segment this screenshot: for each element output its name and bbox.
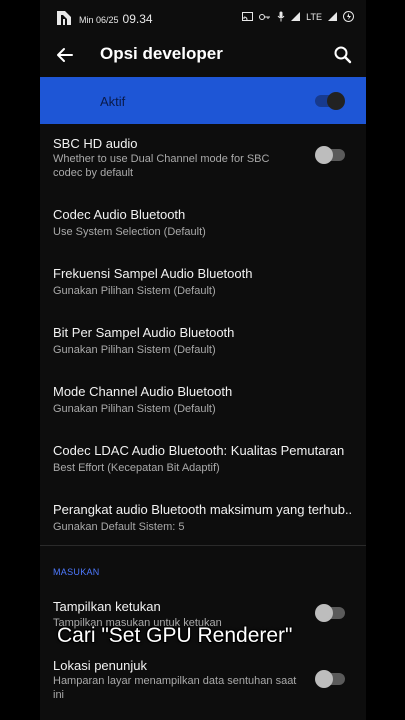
item-title: SBC HD audio bbox=[53, 136, 138, 151]
list-item-sbc-hd-audio[interactable]: SBC HD audio Whether to use Dual Channel… bbox=[40, 136, 366, 184]
item-subtitle: Gunakan Pilihan Sistem (Default) bbox=[53, 403, 216, 415]
item-title: Frekuensi Sampel Audio Bluetooth bbox=[53, 266, 253, 281]
item-subtitle: Gunakan Pilihan Sistem (Default) bbox=[53, 344, 216, 356]
item-subtitle: Gunakan Default Sistem: 5 bbox=[53, 521, 185, 533]
search-icon[interactable] bbox=[330, 42, 356, 68]
toggle-knob bbox=[315, 146, 333, 164]
app-bar: Opsi developer bbox=[40, 36, 366, 74]
item-subtitle: Gunakan Pilihan Sistem (Default) bbox=[53, 285, 216, 297]
status-time: 09.34 bbox=[122, 12, 153, 26]
list-item-sample-rate[interactable]: Frekuensi Sampel Audio Bluetooth Gunakan… bbox=[40, 266, 366, 302]
item-title: Tampilkan ketukan bbox=[53, 599, 161, 614]
sbc-hd-audio-toggle[interactable] bbox=[315, 146, 345, 164]
phone-screen: Min 06/2509.34 LTE Opsi developer Aktif bbox=[40, 0, 366, 720]
list-item-channel-mode[interactable]: Mode Channel Audio Bluetooth Gunakan Pil… bbox=[40, 384, 366, 420]
list-item-codec-audio-bluetooth[interactable]: Codec Audio Bluetooth Use System Selecti… bbox=[40, 207, 366, 243]
master-switch-label: Aktif bbox=[100, 94, 126, 109]
signal-icon-2 bbox=[328, 12, 337, 21]
overlay-caption: Cari "Set GPU Renderer" bbox=[57, 624, 293, 647]
toggle-knob bbox=[327, 92, 345, 110]
section-header-input: MASUKAN bbox=[53, 567, 100, 577]
status-icons: LTE bbox=[242, 11, 354, 22]
microphone-icon bbox=[277, 11, 285, 22]
item-title: Codec LDAC Audio Bluetooth: Kualitas Pem… bbox=[53, 443, 345, 458]
key-icon bbox=[259, 13, 271, 20]
item-subtitle: Best Effort (Kecepatan Bit Adaptif) bbox=[53, 462, 220, 474]
cast-icon bbox=[242, 12, 254, 21]
toggle-knob bbox=[315, 670, 333, 688]
item-title: Mode Channel Audio Bluetooth bbox=[53, 384, 233, 399]
pointer-location-toggle[interactable] bbox=[315, 670, 345, 688]
network-type-label: LTE bbox=[306, 11, 322, 22]
item-subtitle: Whether to use Dual Channel mode for SBC… bbox=[53, 153, 270, 179]
list-item-pointer-location[interactable]: Lokasi penunjuk Hamparan layar menampilk… bbox=[40, 658, 366, 706]
battery-icon bbox=[343, 11, 354, 22]
signal-icon bbox=[291, 12, 301, 21]
status-datetime: Min 06/25 09.34 bbox=[79, 12, 153, 26]
toggle-knob bbox=[315, 604, 333, 622]
page-title: Opsi developer bbox=[100, 44, 223, 63]
status-date: Min 06/25 bbox=[79, 15, 119, 25]
app-logo-icon bbox=[57, 11, 71, 25]
item-title: Bit Per Sampel Audio Bluetooth bbox=[53, 325, 235, 340]
item-title: Perangkat audio Bluetooth maksimum yang … bbox=[53, 502, 353, 517]
back-arrow-icon[interactable] bbox=[52, 42, 78, 68]
item-title: Codec Audio Bluetooth bbox=[53, 207, 186, 222]
item-subtitle: Use System Selection (Default) bbox=[53, 226, 206, 238]
section-divider bbox=[40, 545, 366, 546]
status-bar: Min 06/25 09.34 LTE bbox=[40, 0, 366, 36]
list-item-ldac-quality[interactable]: Codec LDAC Audio Bluetooth: Kualitas Pem… bbox=[40, 443, 366, 479]
item-title: Lokasi penunjuk bbox=[53, 658, 147, 673]
list-item-max-bluetooth-devices[interactable]: Perangkat audio Bluetooth maksimum yang … bbox=[40, 502, 366, 538]
list-item-bits-per-sample[interactable]: Bit Per Sampel Audio Bluetooth Gunakan P… bbox=[40, 325, 366, 361]
show-taps-toggle[interactable] bbox=[315, 604, 345, 622]
item-subtitle: Hamparan layar menampilkan data sentuhan… bbox=[53, 675, 297, 701]
master-toggle[interactable] bbox=[315, 92, 345, 110]
developer-options-master-switch[interactable]: Aktif bbox=[40, 77, 366, 124]
